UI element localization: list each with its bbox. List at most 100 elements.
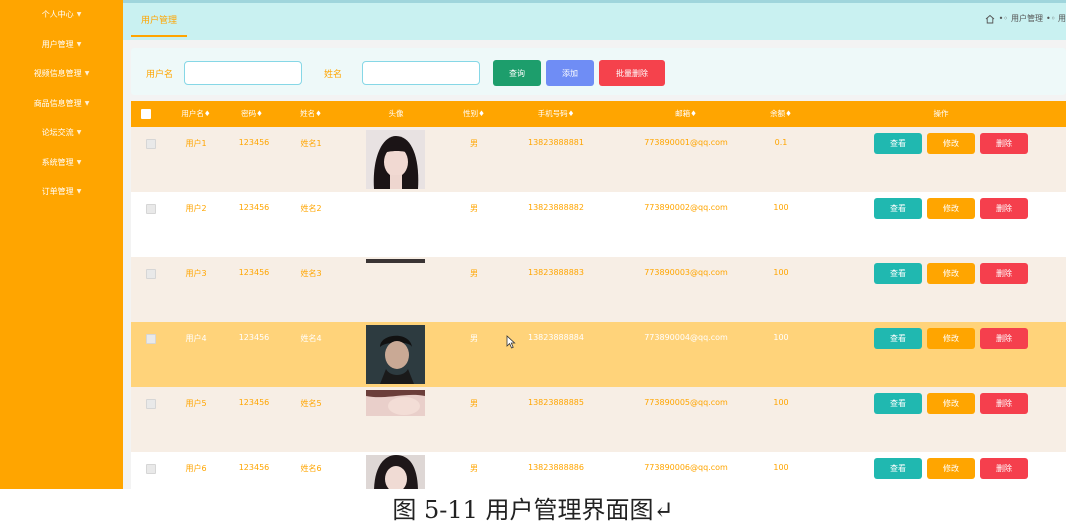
delete-button[interactable]: 删除 <box>980 328 1028 349</box>
edit-button[interactable]: 修改 <box>927 133 975 154</box>
cell-name: 姓名3 <box>300 269 322 278</box>
cell-email: 773890005@qq.com <box>644 398 728 407</box>
edit-button[interactable]: 修改 <box>927 328 975 349</box>
view-button[interactable]: 查看 <box>874 393 922 414</box>
table-row[interactable]: 用户6 123456 姓名6 男 13823888886 773890006@q… <box>131 452 1066 489</box>
breadcrumb-item[interactable]: 用户管理 <box>1011 13 1043 24</box>
sidebar-item-forum[interactable]: 论坛交流 ▼ <box>0 118 123 148</box>
cell-username: 用户3 <box>185 269 207 278</box>
cell-name: 姓名2 <box>300 204 322 213</box>
select-all-checkbox[interactable] <box>141 109 151 119</box>
cell-username: 用户1 <box>185 139 207 148</box>
cell-phone: 13823888883 <box>528 268 584 277</box>
query-button[interactable]: 查询 <box>493 60 541 86</box>
view-button[interactable]: 查看 <box>874 263 922 284</box>
sidebar-item-label: 论坛交流 <box>41 128 74 138</box>
cell-name: 姓名6 <box>300 464 322 473</box>
cell-email: 773890006@qq.com <box>644 463 728 472</box>
app-window: 个人中心 ▼ 用户管理 ▼ 视频信息管理 ▼ 商品信息管理 ▼ 论坛交流 ▼ 系统管理 ▼ … <box>0 0 1066 489</box>
cell-balance: 0.1 <box>774 138 788 147</box>
delete-button[interactable]: 删除 <box>980 393 1028 414</box>
edit-button[interactable]: 修改 <box>927 393 975 414</box>
column-header-username[interactable]: 用户名♦ <box>171 101 221 127</box>
home-icon[interactable] <box>985 14 995 24</box>
view-button[interactable]: 查看 <box>874 133 922 154</box>
cell-password: 123456 <box>238 138 270 147</box>
view-button[interactable]: 查看 <box>874 328 922 349</box>
batch-delete-button[interactable]: 批量删除 <box>599 60 665 86</box>
sidebar-item-users[interactable]: 用户管理 ▼ <box>0 30 123 60</box>
row-checkbox[interactable] <box>146 139 156 149</box>
cell-gender: 男 <box>470 464 478 473</box>
chevron-down-icon: ▼ <box>76 129 82 137</box>
table-row[interactable]: 用户4 123456 姓名4 男 13823888884 773890004@q… <box>131 322 1066 387</box>
cell-password: 123456 <box>238 463 270 472</box>
chevron-down-icon: ▼ <box>76 40 82 48</box>
delete-button[interactable]: 删除 <box>980 458 1028 479</box>
delete-button[interactable]: 删除 <box>980 198 1028 219</box>
edit-button[interactable]: 修改 <box>927 263 975 284</box>
cell-password: 123456 <box>238 333 270 342</box>
row-checkbox[interactable] <box>146 204 156 214</box>
column-header-phone[interactable]: 手机号码♦ <box>516 101 596 127</box>
sidebar-item-products[interactable]: 商品信息管理 ▼ <box>0 89 123 119</box>
cell-balance: 100 <box>773 333 789 342</box>
row-checkbox[interactable] <box>146 334 156 344</box>
delete-button[interactable]: 删除 <box>980 133 1028 154</box>
breadcrumb: •◦ 用户管理 •◦ 用 <box>985 13 1066 24</box>
edit-button[interactable]: 修改 <box>927 458 975 479</box>
sidebar-item-label: 系统管理 <box>41 157 74 167</box>
view-button[interactable]: 查看 <box>874 458 922 479</box>
sidebar-item-videos[interactable]: 视频信息管理 ▼ <box>0 59 123 89</box>
cell-phone: 13823888886 <box>528 463 584 472</box>
cell-password: 123456 <box>238 203 270 212</box>
cell-email: 773890001@qq.com <box>644 138 728 147</box>
chevron-down-icon: ▼ <box>84 70 90 78</box>
sidebar: 个人中心 ▼ 用户管理 ▼ 视频信息管理 ▼ 商品信息管理 ▼ 论坛交流 ▼ 系统管理 ▼ … <box>0 0 123 489</box>
row-checkbox[interactable] <box>146 464 156 474</box>
sidebar-item-system[interactable]: 系统管理 ▼ <box>0 148 123 178</box>
view-button[interactable]: 查看 <box>874 198 922 219</box>
tab-user-management[interactable]: 用户管理 <box>131 3 188 37</box>
table-row[interactable]: 用户2 123456 姓名2 男 13823888882 773890002@q… <box>131 192 1066 257</box>
avatar-image <box>366 259 425 263</box>
cell-username: 用户2 <box>185 204 207 213</box>
row-checkbox[interactable] <box>146 399 156 409</box>
cell-email: 773890003@qq.com <box>644 268 728 277</box>
cell-balance: 100 <box>773 268 789 277</box>
edit-button[interactable]: 修改 <box>927 198 975 219</box>
search-bar: 用户名 姓名 查询 添加 批量删除 <box>131 48 1066 95</box>
figure-caption: 图 5-11 用户管理界面图↵ <box>392 496 674 524</box>
chevron-down-icon: ▼ <box>76 11 82 19</box>
column-header-gender[interactable]: 性别♦ <box>451 101 497 127</box>
table-row[interactable]: 用户3 123456 姓名3 男 13823888883 773890003@q… <box>131 257 1066 322</box>
row-checkbox[interactable] <box>146 269 156 279</box>
sidebar-item-label: 个人中心 <box>41 10 74 20</box>
sidebar-item-label: 视频信息管理 <box>33 69 82 79</box>
username-input[interactable] <box>184 61 302 85</box>
chevron-down-icon: ▼ <box>76 158 82 166</box>
sidebar-item-orders[interactable]: 订单管理 ▼ <box>0 177 123 207</box>
cell-name: 姓名5 <box>300 399 322 408</box>
cell-gender: 男 <box>470 269 478 278</box>
cell-balance: 100 <box>773 203 789 212</box>
cell-phone: 13823888882 <box>528 203 584 212</box>
column-header-name[interactable]: 姓名♦ <box>289 101 333 127</box>
column-header-balance[interactable]: 余额♦ <box>761 101 801 127</box>
column-header-email[interactable]: 邮箱♦ <box>636 101 736 127</box>
add-button[interactable]: 添加 <box>546 60 594 86</box>
table-row[interactable]: 用户1 123456 姓名1 男 13823888881 773890001@q… <box>131 127 1066 192</box>
sidebar-item-profile[interactable]: 个人中心 ▼ <box>0 0 123 30</box>
cell-password: 123456 <box>238 398 270 407</box>
username-label: 用户名 <box>146 70 174 80</box>
table-row[interactable]: 用户5 123456 姓名5 男 13823888885 773890005@q… <box>131 387 1066 452</box>
breadcrumb-separator: •◦ <box>998 14 1009 23</box>
cell-gender: 男 <box>470 399 478 408</box>
cell-username: 用户4 <box>185 334 207 343</box>
delete-button[interactable]: 删除 <box>980 263 1028 284</box>
column-header-password[interactable]: 密码♦ <box>231 101 273 127</box>
sidebar-item-label: 商品信息管理 <box>33 98 82 108</box>
cell-name: 姓名4 <box>300 334 322 343</box>
name-input[interactable] <box>362 61 480 85</box>
sidebar-item-label: 订单管理 <box>41 187 74 197</box>
